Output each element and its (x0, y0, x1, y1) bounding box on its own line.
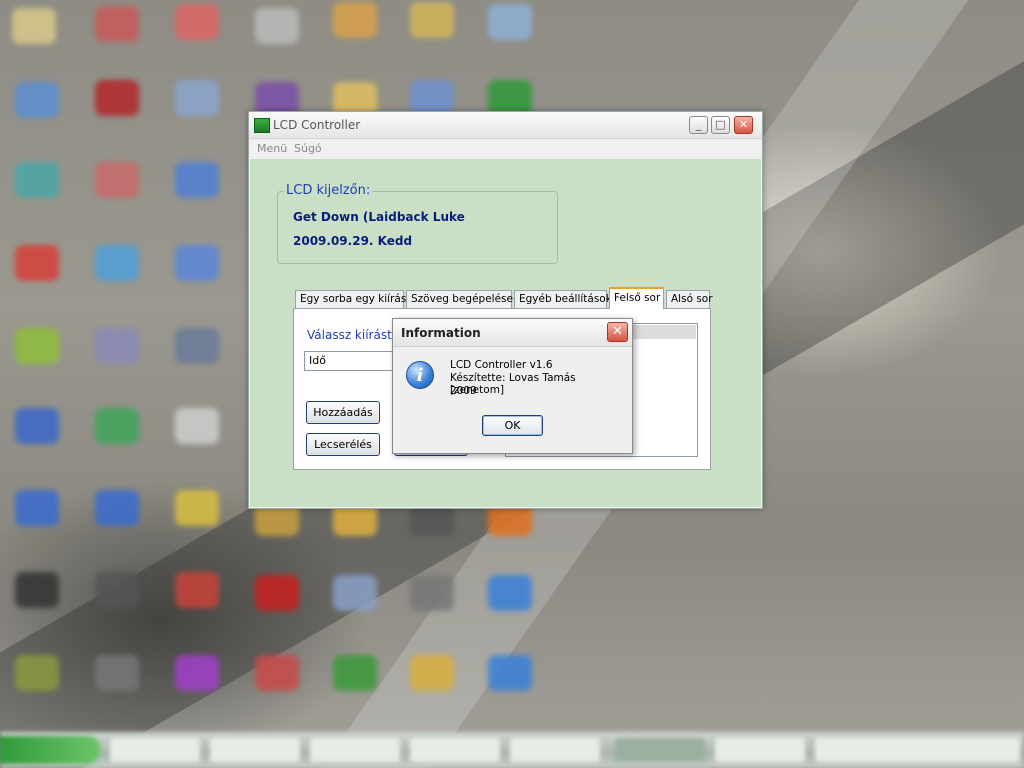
dialog-close-button[interactable]: ✕ (607, 322, 628, 342)
minimize-button[interactable]: _ (689, 116, 708, 134)
taskbar-button[interactable] (110, 738, 200, 762)
desktop-icon[interactable] (333, 655, 377, 691)
maximize-button[interactable]: □ (711, 116, 730, 134)
taskbar-button[interactable] (510, 738, 600, 762)
desktop-icon[interactable] (175, 328, 219, 364)
information-icon: i (406, 361, 434, 389)
desktop-icon[interactable] (175, 408, 219, 444)
menu-bar: Menü Súgó (249, 139, 762, 159)
desktop-icon[interactable] (95, 162, 139, 198)
start-button[interactable] (0, 736, 100, 764)
desktop-icon[interactable] (175, 572, 219, 608)
ok-button[interactable]: OK (482, 415, 543, 436)
desktop-icon[interactable] (15, 408, 59, 444)
desktop-icon[interactable] (175, 490, 219, 526)
desktop-icon[interactable] (333, 2, 377, 38)
desktop-icon[interactable] (95, 655, 139, 691)
app-icon (254, 118, 270, 133)
desktop-icon[interactable] (15, 328, 59, 364)
taskbar-button[interactable] (715, 738, 805, 762)
desktop-icon[interactable] (95, 328, 139, 364)
desktop-icon[interactable] (255, 655, 299, 691)
desktop-icon[interactable] (95, 80, 139, 116)
menu-item-menu[interactable]: Menü (257, 142, 287, 155)
desktop-icon[interactable] (15, 490, 59, 526)
desktop-icon[interactable] (95, 245, 139, 281)
desktop-icon[interactable] (175, 245, 219, 281)
dialog-title-bar[interactable]: Information ✕ (393, 319, 632, 347)
desktop-icon[interactable] (95, 490, 139, 526)
desktop-icon[interactable] (488, 655, 532, 691)
desktop-icon[interactable] (255, 575, 299, 611)
desktop-icon[interactable] (15, 162, 59, 198)
window-title: LCD Controller (273, 118, 361, 132)
taskbar-button[interactable] (210, 738, 300, 762)
taskbar-button[interactable] (410, 738, 500, 762)
desktop-icon[interactable] (488, 575, 532, 611)
dialog-title: Information (401, 326, 481, 340)
desktop-icon[interactable] (15, 655, 59, 691)
desktop-icon[interactable] (488, 4, 532, 40)
desktop-icon[interactable] (175, 655, 219, 691)
display-item-combo[interactable]: Idő (304, 351, 399, 371)
dialog-version-text: LCD Controller v1.6 (450, 359, 553, 371)
lcd-group-legend: LCD kijelzőn: (284, 183, 373, 198)
lcd-line-2: 2009.09.29. Kedd (293, 234, 413, 248)
desktop-icon[interactable] (333, 575, 377, 611)
desktop-icon[interactable] (15, 82, 59, 118)
tab-single-line[interactable]: Egy sorba egy kiírás (295, 290, 406, 308)
desktop-icon[interactable] (410, 655, 454, 691)
menu-item-help[interactable]: Súgó (294, 142, 322, 155)
tab-type-text[interactable]: Szöveg begépelése (406, 290, 513, 308)
desktop-icon[interactable] (175, 4, 219, 40)
add-button[interactable]: Hozzáadás (306, 401, 380, 424)
dialog-author-text: Készítette: Lovas Tamás [zenetom] (450, 372, 576, 396)
dialog-year-text: 2009 (450, 385, 477, 397)
desktop-icon[interactable] (95, 6, 139, 42)
taskbar-button[interactable] (310, 738, 400, 762)
desktop-icon[interactable] (95, 408, 139, 444)
desktop-icon[interactable] (15, 572, 59, 608)
tab-top-row[interactable]: Felső sor (609, 287, 664, 309)
dialog-body: i LCD Controller v1.6 Készítette: Lovas … (393, 347, 632, 453)
desktop-icon[interactable] (175, 80, 219, 116)
desktop-icon[interactable] (410, 575, 454, 611)
desktop-icon[interactable] (95, 572, 139, 608)
taskbar (0, 732, 1024, 768)
desktop-icon[interactable] (410, 2, 454, 38)
title-bar[interactable]: LCD Controller _ □ ✕ (249, 112, 762, 139)
replace-button[interactable]: Lecserélés (306, 433, 380, 456)
taskbar-button[interactable] (615, 738, 705, 762)
close-button[interactable]: ✕ (734, 116, 753, 134)
lcd-display-group: LCD kijelzőn: Get Down (Laidback Luke 20… (277, 183, 558, 264)
desktop-icon[interactable] (15, 245, 59, 281)
desktop-icon[interactable] (175, 162, 219, 198)
information-dialog: Information ✕ i LCD Controller v1.6 Kész… (392, 318, 633, 454)
choose-display-label: Válassz kiírást (307, 328, 392, 342)
lcd-line-1: Get Down (Laidback Luke (293, 210, 465, 224)
system-tray[interactable] (815, 738, 1020, 762)
tab-bottom-row[interactable]: Alsó sor (666, 290, 713, 308)
desktop-icon[interactable] (255, 8, 299, 44)
desktop-icon[interactable] (12, 8, 56, 44)
tab-other-settings[interactable]: Egyéb beállítások (514, 290, 612, 308)
